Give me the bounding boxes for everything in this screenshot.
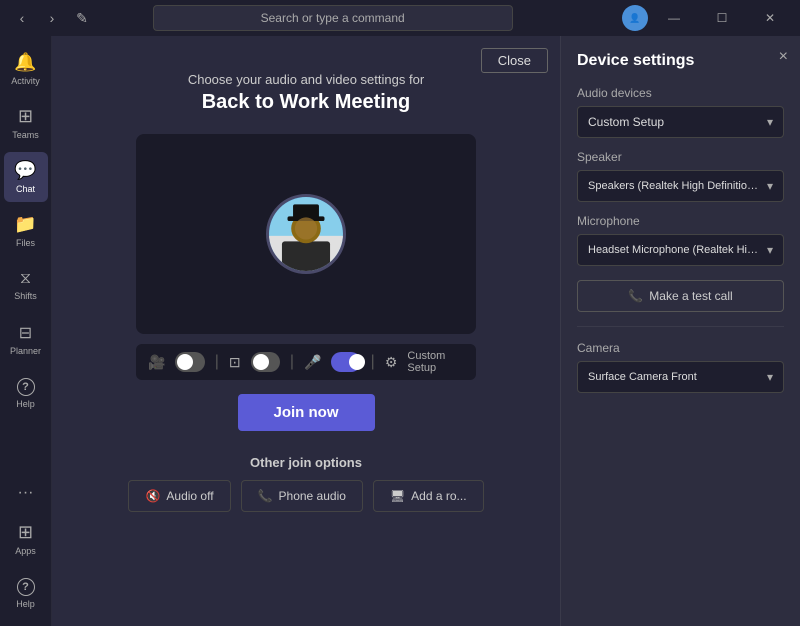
files-label: Files <box>16 238 35 248</box>
test-call-label: Make a test call <box>649 289 732 303</box>
teams-label: Teams <box>12 130 39 140</box>
speaker-dropdown[interactable]: Speakers (Realtek High Definition Au... … <box>577 170 784 202</box>
video-toggle[interactable] <box>175 352 204 372</box>
sidebar-item-planner[interactable]: ⊟ Planner <box>4 314 48 364</box>
sidebar: 🔔 Activity ⊞ Teams 💬 Chat 📁 Files ⧖ Shif… <box>0 36 52 626</box>
apps-label: Apps <box>15 546 36 556</box>
sidebar-item-help2[interactable]: ? Help <box>4 568 48 618</box>
help2-label: Help <box>16 599 35 609</box>
other-join-options: 🔇 Audio off 📞 Phone audio 🖥 Add a ro... <box>128 480 483 512</box>
blur-toggle[interactable] <box>251 352 280 372</box>
audio-off-label: Audio off <box>166 489 213 503</box>
device-settings-title: Device settings <box>577 52 784 70</box>
compose-button[interactable]: ✎ <box>68 4 96 32</box>
avatar-image <box>269 194 343 274</box>
sidebar-item-apps[interactable]: ⊞ Apps <box>4 514 48 564</box>
add-room-button[interactable]: 🖥 Add a ro... <box>373 480 484 512</box>
chat-icon: 💬 <box>14 160 36 181</box>
shifts-icon: ⧖ <box>20 270 31 288</box>
add-room-icon: 🖥 <box>390 489 405 503</box>
speaker-value: Speakers (Realtek High Definition Au... <box>588 180 758 192</box>
settings-divider <box>577 326 784 327</box>
device-settings-close-button[interactable]: × <box>779 48 788 66</box>
speaker-label: Speaker <box>577 150 784 164</box>
custom-setup-label: Custom Setup <box>407 350 464 374</box>
help2-icon: ? <box>17 578 35 596</box>
video-preview <box>136 134 476 334</box>
phone-audio-button[interactable]: 📞 Phone audio <box>241 480 363 512</box>
camera-dropdown[interactable]: Surface Camera Front ▾ <box>577 361 784 393</box>
phone-icon: 📞 <box>258 489 273 503</box>
planner-icon: ⊟ <box>19 323 32 343</box>
nav-buttons: ‹ › ✎ <box>8 4 96 32</box>
other-join-title: Other join options <box>250 455 362 470</box>
join-now-button[interactable]: Join now <box>238 394 375 431</box>
device-settings-panel: Device settings × Audio devices Custom S… <box>560 36 800 626</box>
sidebar-item-help[interactable]: ? Help <box>4 368 48 418</box>
meeting-panel: Close Choose your audio and video settin… <box>52 36 560 626</box>
shifts-label: Shifts <box>14 291 37 301</box>
content-area: Close Choose your audio and video settin… <box>52 36 800 626</box>
mic-icon: 🎤 <box>304 354 321 371</box>
test-call-icon: 📞 <box>628 289 643 303</box>
audio-devices-label: Audio devices <box>577 86 784 100</box>
main-layout: 🔔 Activity ⊞ Teams 💬 Chat 📁 Files ⧖ Shif… <box>0 36 800 626</box>
search-bar[interactable]: Search or type a command <box>153 5 513 31</box>
sidebar-item-files[interactable]: 📁 Files <box>4 206 48 256</box>
video-off-icon: 🎥 <box>148 354 165 371</box>
apps-icon: ⊞ <box>18 522 33 543</box>
sidebar-item-activity[interactable]: 🔔 Activity <box>4 44 48 94</box>
microphone-dropdown[interactable]: Headset Microphone (Realtek High D... ▾ <box>577 234 784 266</box>
sidebar-item-teams[interactable]: ⊞ Teams <box>4 98 48 148</box>
meeting-title: Back to Work Meeting <box>202 91 411 114</box>
audio-devices-dropdown[interactable]: Custom Setup ▾ <box>577 106 784 138</box>
maximize-button[interactable]: ☐ <box>700 4 744 32</box>
minimize-button[interactable]: — <box>652 4 696 32</box>
audio-devices-chevron-icon: ▾ <box>767 115 773 129</box>
avatar[interactable]: 👤 <box>622 5 648 31</box>
sidebar-item-shifts[interactable]: ⧖ Shifts <box>4 260 48 310</box>
forward-button[interactable]: › <box>38 4 66 32</box>
help-icon: ? <box>17 378 35 396</box>
meeting-subtitle: Choose your audio and video settings for <box>188 72 424 87</box>
chat-label: Chat <box>16 184 35 194</box>
files-icon: 📁 <box>14 214 36 235</box>
microphone-chevron-icon: ▾ <box>767 243 773 257</box>
camera-label: Camera <box>577 341 784 355</box>
meeting-close-button[interactable]: Close <box>481 48 548 73</box>
avatar-circle <box>266 194 346 274</box>
titlebar-right: 👤 — ☐ ✕ <box>622 4 792 32</box>
teams-icon: ⊞ <box>18 106 33 127</box>
microphone-value: Headset Microphone (Realtek High D... <box>588 244 758 256</box>
back-button[interactable]: ‹ <box>8 4 36 32</box>
titlebar: ‹ › ✎ Search or type a command 👤 — ☐ ✕ <box>0 0 800 36</box>
activity-icon: 🔔 <box>14 52 36 73</box>
activity-label: Activity <box>11 76 40 86</box>
settings-icon: ⚙ <box>385 354 398 371</box>
audio-off-button[interactable]: 🔇 Audio off <box>128 480 230 512</box>
search-placeholder: Search or type a command <box>261 11 405 25</box>
microphone-label: Microphone <box>577 214 784 228</box>
mic-toggle[interactable] <box>331 352 360 372</box>
planner-label: Planner <box>10 346 41 356</box>
help-label: Help <box>16 399 35 409</box>
audio-off-icon: 🔇 <box>145 489 160 503</box>
phone-audio-label: Phone audio <box>279 489 346 503</box>
add-room-label: Add a ro... <box>411 489 466 503</box>
camera-value: Surface Camera Front <box>588 371 697 383</box>
camera-chevron-icon: ▾ <box>767 370 773 384</box>
blur-icon: ⊡ <box>229 354 241 371</box>
audio-device-value: Custom Setup <box>588 115 664 129</box>
speaker-chevron-icon: ▾ <box>767 179 773 193</box>
more-options[interactable]: ··· <box>10 476 42 510</box>
sidebar-item-chat[interactable]: 💬 Chat <box>4 152 48 202</box>
controls-bar: 🎥 | ⊡ | 🎤 | ⚙ Custom Setup <box>136 344 476 380</box>
test-call-button[interactable]: 📞 Make a test call <box>577 280 784 312</box>
window-close-button[interactable]: ✕ <box>748 4 792 32</box>
